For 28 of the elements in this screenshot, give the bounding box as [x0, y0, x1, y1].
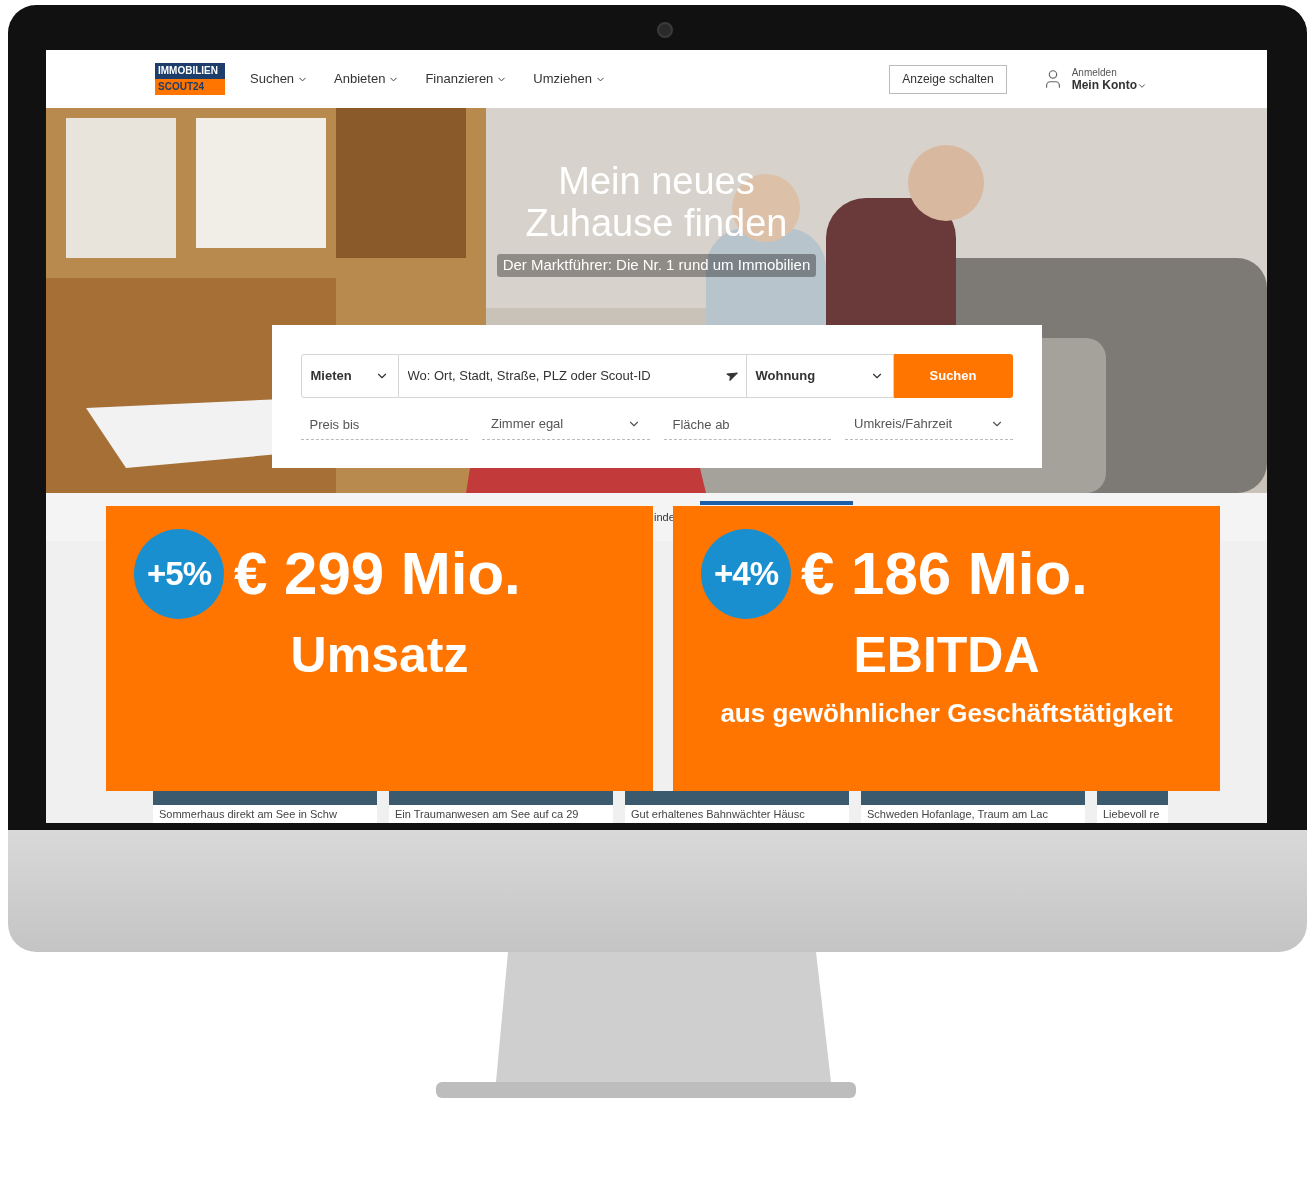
listing-title[interactable]: Gut erhaltenes Bahnwächter Häusc	[625, 805, 849, 823]
mode-select[interactable]: Mieten	[300, 353, 399, 398]
nav-menu[interactable]: Suchen	[250, 69, 309, 89]
stat-label: Umsatz	[290, 626, 469, 685]
hero-subtitle: Der Marktführer: Die Nr. 1 rund um Immobilien	[496, 254, 817, 277]
filter-field[interactable]: Preis bis	[300, 409, 468, 440]
nav-menu[interactable]: Umziehen	[533, 69, 606, 89]
growth-badge: +4%	[701, 529, 791, 619]
nav-menu[interactable]: Anbieten	[334, 69, 400, 89]
listing-title[interactable]: Ein Traumanwesen am See auf ca 29	[389, 805, 613, 823]
stat-amount: € 299 Mio.	[234, 539, 521, 609]
listing-title[interactable]: Schweden Hofanlage, Traum am Lac	[861, 805, 1085, 823]
listing-title[interactable]: Liebevoll re	[1097, 805, 1168, 823]
growth-badge: +5%	[134, 529, 224, 619]
listing-title[interactable]: Sommerhaus direkt am See in Schw	[153, 805, 377, 823]
stat-note: aus gewöhnlicher Geschäftstätigkeit	[720, 697, 1173, 729]
filter-select[interactable]: Umkreis/Fahrzeit	[845, 409, 1013, 440]
nav-menu[interactable]: Finanzieren	[425, 69, 508, 89]
account-menu[interactable]: Anmelden Mein Konto	[1071, 66, 1147, 92]
stat-amount: € 186 Mio.	[801, 539, 1088, 609]
camera-icon	[657, 22, 673, 38]
post-ad-button[interactable]: Anzeige schalten	[889, 64, 1007, 94]
type-select[interactable]: Wohnung	[745, 353, 894, 398]
logo: IMMOBILIEN SCOUT24	[155, 63, 225, 95]
location-field[interactable]: Wo: Ort, Stadt, Straße, PLZ oder Scout-ID	[407, 365, 717, 386]
stat-label: EBITDA	[853, 626, 1040, 685]
filter-select[interactable]: Zimmer egal	[482, 409, 650, 440]
filter-field[interactable]: Fläche ab	[663, 409, 831, 440]
